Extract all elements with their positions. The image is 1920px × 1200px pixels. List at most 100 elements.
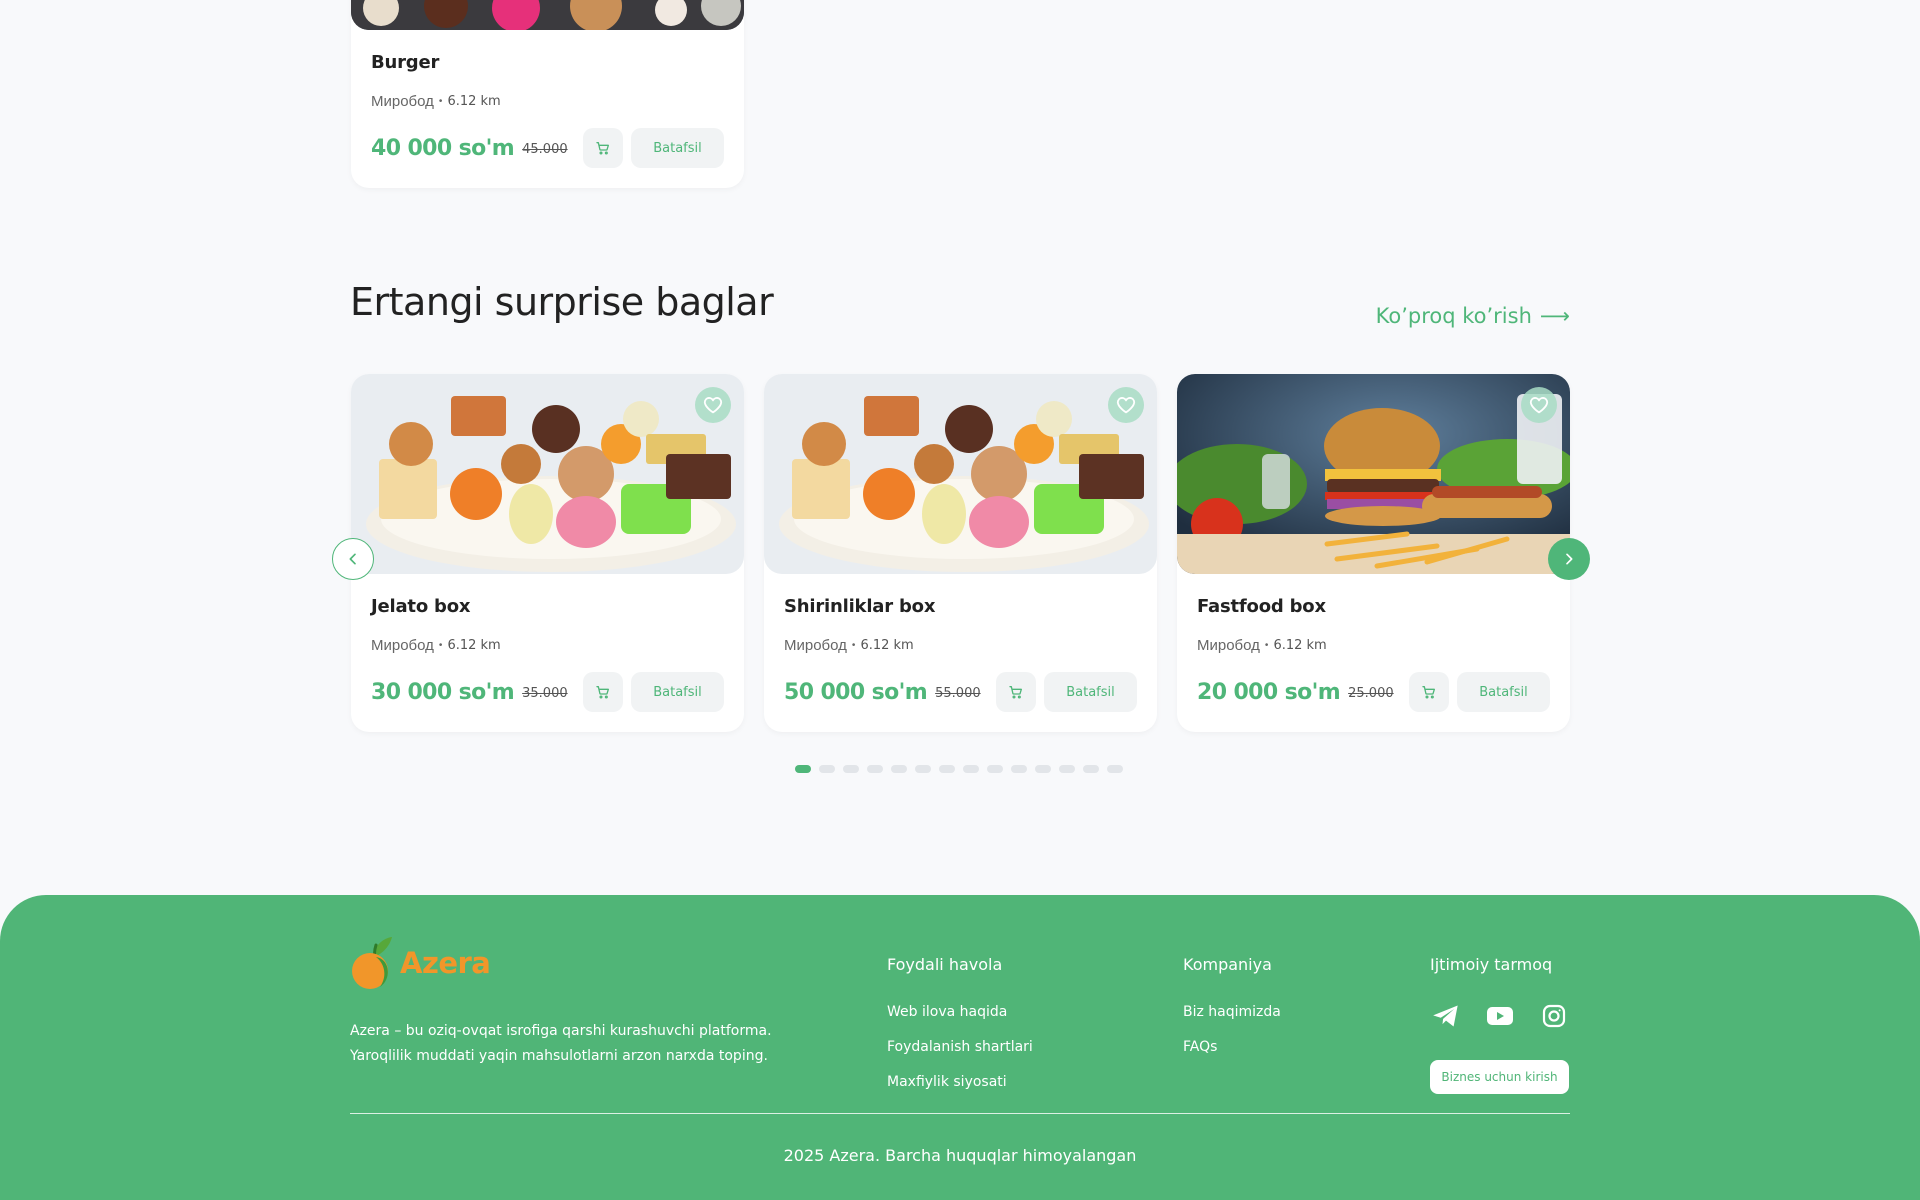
favorite-button[interactable] — [1521, 387, 1557, 423]
footer-link-about-us[interactable]: Biz haqimizda — [1183, 1004, 1281, 1039]
pagination-dot[interactable] — [963, 765, 979, 773]
product-card[interactable]: Fastfood box Миробод • 6.12 km 20 000 so… — [1177, 374, 1570, 732]
pagination-dot[interactable] — [915, 765, 931, 773]
pagination-dot[interactable] — [987, 765, 1003, 773]
copyright-text: 2025 Azera. Barcha huquqlar himoyalangan — [783, 1146, 1137, 1165]
location-name: Миробод — [371, 93, 434, 110]
business-login-button[interactable]: Biznes uchun kirish — [1430, 1060, 1569, 1094]
pagination-dot[interactable] — [1059, 765, 1075, 773]
see-more-link[interactable]: Ko’proq ko’rish ⟶ — [1376, 304, 1570, 328]
pagination-dot[interactable] — [1011, 765, 1027, 773]
carousel-pagination — [795, 765, 1123, 773]
add-to-cart-button[interactable] — [996, 672, 1036, 712]
product-title: Shirinliklar box — [784, 596, 936, 617]
pagination-dot[interactable] — [819, 765, 835, 773]
add-to-cart-button[interactable] — [1409, 672, 1449, 712]
favorite-button[interactable] — [695, 387, 731, 423]
instagram-link[interactable] — [1538, 1003, 1570, 1029]
separator-dot: • — [438, 96, 443, 107]
footer-divider — [350, 1113, 1570, 1114]
column-title-company: Kompaniya — [1183, 955, 1272, 974]
price: 30 000 so'm — [371, 679, 515, 705]
pagination-dot[interactable] — [795, 765, 811, 773]
carousel-next-button[interactable] — [1548, 538, 1590, 580]
old-price: 55.000 — [935, 685, 981, 701]
pagination-dot[interactable] — [1035, 765, 1051, 773]
arrow-right-icon: ⟶ — [1539, 304, 1570, 328]
details-button[interactable]: Batafsil — [1044, 672, 1137, 712]
price: 20 000 so'm — [1197, 679, 1341, 705]
pagination-dot[interactable] — [843, 765, 859, 773]
cart-icon — [1422, 686, 1435, 699]
youtube-link[interactable] — [1484, 1003, 1516, 1029]
add-to-cart-button[interactable] — [583, 128, 623, 168]
old-price: 45.000 — [522, 141, 568, 157]
section-title: Ertangi surprise baglar — [350, 280, 774, 324]
product-title: Fastfood box — [1197, 596, 1326, 617]
old-price: 35.000 — [522, 685, 568, 701]
instagram-icon — [1542, 1004, 1566, 1028]
description-line: Yaroqlilik muddati yaqin mahsulotlarni a… — [350, 1048, 768, 1064]
details-button[interactable]: Batafsil — [631, 128, 724, 168]
heart-icon — [1116, 397, 1136, 414]
distance: 6.12 km — [1273, 638, 1327, 653]
location-name: Миробод — [371, 637, 434, 654]
youtube-icon — [1487, 1007, 1513, 1025]
pagination-dot[interactable] — [1107, 765, 1123, 773]
footer-link-privacy[interactable]: Maxfiylik siyosati — [887, 1074, 1033, 1109]
column-title-useful-links: Foydali havola — [887, 955, 1003, 974]
details-button[interactable]: Batafsil — [1457, 672, 1550, 712]
footer-description: Azera – bu oziq-ovqat isrofiga qarshi ku… — [350, 1019, 830, 1069]
description-line: Azera – bu oziq-ovqat isrofiga qarshi ku… — [350, 1023, 772, 1039]
telegram-link[interactable] — [1430, 1003, 1462, 1029]
separator-dot: • — [851, 640, 856, 651]
footer-logo[interactable]: Azera — [350, 935, 491, 991]
separator-dot: • — [1264, 640, 1269, 651]
product-location: Миробод • 6.12 km — [371, 637, 724, 654]
product-card-burger[interactable]: Burger Миробод • 6.12 km 40 000 so'm 45.… — [351, 0, 744, 188]
chevron-left-icon — [349, 553, 356, 565]
cart-icon — [596, 142, 609, 155]
add-to-cart-button[interactable] — [583, 672, 623, 712]
pagination-dot[interactable] — [939, 765, 955, 773]
cart-icon — [596, 686, 609, 699]
carousel-prev-button[interactable] — [332, 538, 374, 580]
distance: 6.12 km — [447, 638, 501, 653]
product-image — [764, 374, 1157, 574]
product-location: Миробод • 6.12 km — [1197, 637, 1550, 654]
product-card[interactable]: Shirinliklar box Миробод • 6.12 km 50 00… — [764, 374, 1157, 732]
cart-icon — [1009, 686, 1022, 699]
chevron-right-icon — [1566, 553, 1573, 565]
location-name: Миробод — [1197, 637, 1260, 654]
details-button[interactable]: Batafsil — [631, 672, 724, 712]
pagination-dot[interactable] — [1083, 765, 1099, 773]
pagination-dot[interactable] — [891, 765, 907, 773]
old-price: 25.000 — [1348, 685, 1394, 701]
footer-link-about-app[interactable]: Web ilova haqida — [887, 1004, 1033, 1039]
product-title: Burger — [371, 52, 440, 73]
column-title-social: Ijtimoiy tarmoq — [1430, 955, 1553, 974]
telegram-icon — [1433, 1005, 1458, 1027]
product-image — [351, 374, 744, 574]
distance: 6.12 km — [860, 638, 914, 653]
heart-icon — [703, 397, 723, 414]
footer-link-faqs[interactable]: FAQs — [1183, 1039, 1281, 1074]
location-name: Миробод — [784, 637, 847, 654]
heart-icon — [1529, 397, 1549, 414]
see-more-label: Ko’proq ko’rish — [1375, 304, 1532, 328]
product-title: Jelato box — [371, 596, 471, 617]
footer: Azera Azera – bu oziq-ovqat isrofiga qar… — [0, 895, 1920, 1200]
price: 50 000 so'm — [784, 679, 928, 705]
product-location: Миробод • 6.12 km — [371, 93, 724, 110]
logo-text: Azera — [400, 946, 491, 980]
favorite-button[interactable] — [1108, 387, 1144, 423]
useful-links-list: Web ilova haqida Foydalanish shartlari M… — [887, 1004, 1033, 1109]
azera-logo-icon — [352, 937, 392, 989]
pagination-dot[interactable] — [867, 765, 883, 773]
footer-link-terms[interactable]: Foydalanish shartlari — [887, 1039, 1033, 1074]
company-links-list: Biz haqimizda FAQs — [1183, 1004, 1281, 1074]
product-card[interactable]: Jelato box Миробод • 6.12 km 30 000 so'm… — [351, 374, 744, 732]
product-image — [1177, 374, 1570, 574]
product-location: Миробод • 6.12 km — [784, 637, 1137, 654]
price: 40 000 so'm — [371, 135, 515, 161]
